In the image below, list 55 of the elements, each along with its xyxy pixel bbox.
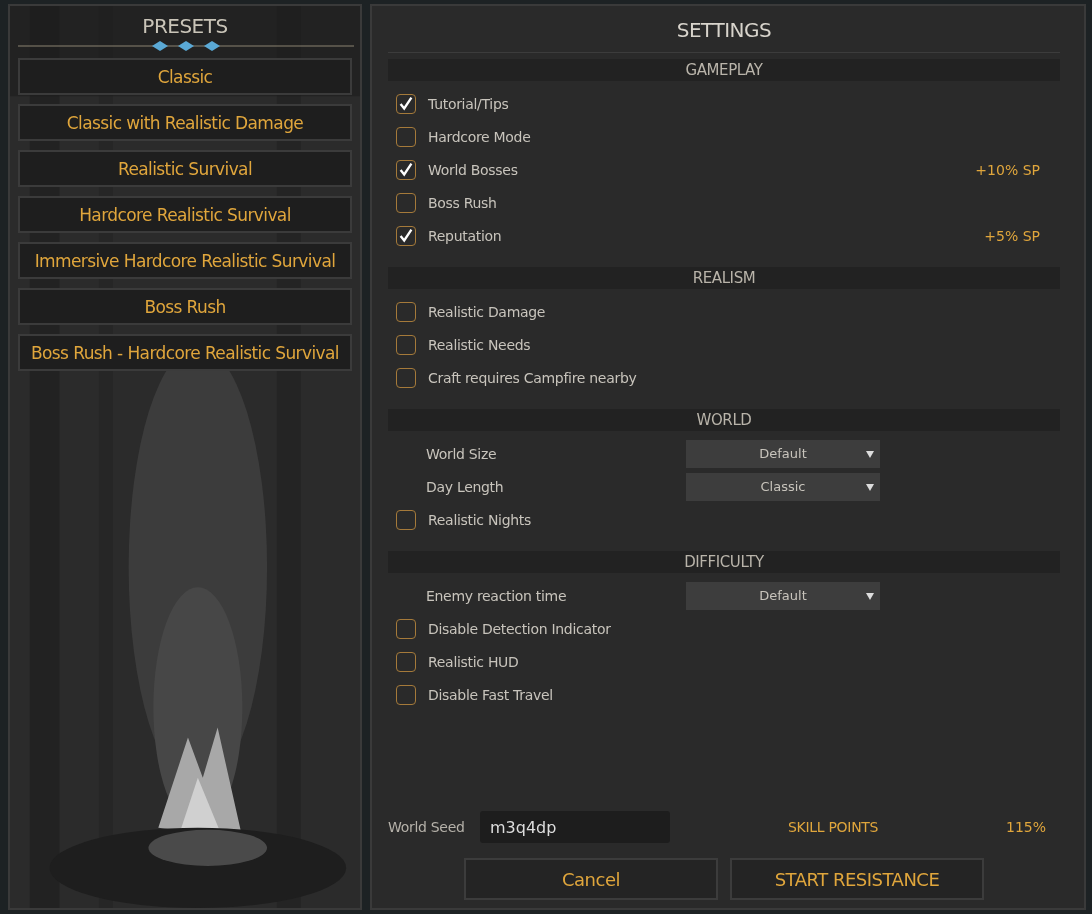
checkbox[interactable] <box>396 684 416 705</box>
option-label: Realistic Needs <box>428 336 531 353</box>
option-label: World Bosses <box>428 161 518 178</box>
checkbox[interactable] <box>396 301 416 322</box>
option-label: Realistic HUD <box>428 653 519 670</box>
dropdown[interactable]: Classic <box>686 472 880 501</box>
start-button[interactable]: START RESISTANCE <box>730 858 984 900</box>
section-header: WORLD <box>388 409 1060 431</box>
checkbox[interactable] <box>396 225 416 246</box>
section-header: DIFFICULTY <box>388 551 1060 573</box>
option-label: Hardcore Mode <box>428 128 531 145</box>
option-label: Disable Fast Travel <box>428 686 553 703</box>
option-label: Reputation <box>428 227 502 244</box>
section-header: REALISM <box>388 267 1060 289</box>
checkbox[interactable] <box>396 618 416 639</box>
ornament-divider-icon <box>18 40 354 52</box>
option-label: Boss Rush <box>428 194 497 211</box>
skill-points-value: 115% <box>1005 819 1046 835</box>
option-label: Craft requires Campfire nearby <box>428 369 637 386</box>
preset-button[interactable]: Hardcore Realistic Survival <box>18 196 352 233</box>
checkbox[interactable] <box>396 126 416 147</box>
preset-button[interactable]: Realistic Survival <box>18 150 352 187</box>
checkbox[interactable] <box>396 651 416 672</box>
option-label: Day Length <box>426 478 505 495</box>
seed-label: World Seed <box>388 819 466 835</box>
preset-button[interactable]: Classic with Realistic Damage <box>18 104 352 141</box>
option-label: Enemy reaction time <box>426 587 568 604</box>
option-label: Disable Detection Indicator <box>428 620 611 637</box>
seed-input[interactable]: m3q4dp <box>480 811 670 843</box>
checkbox[interactable] <box>396 509 416 530</box>
caret-icon <box>866 450 874 458</box>
settings-title: SETTINGS <box>676 18 772 42</box>
checkbox[interactable] <box>396 334 416 355</box>
dropdown[interactable]: Default <box>686 581 880 610</box>
checkbox[interactable] <box>396 367 416 388</box>
preset-button[interactable]: Boss Rush - Hardcore Realistic Survival <box>18 334 352 371</box>
preset-button[interactable]: Classic <box>18 58 352 95</box>
skill-points-label: SKILL POINTS <box>788 819 879 835</box>
dropdown[interactable]: Default <box>686 439 880 468</box>
caret-icon <box>866 483 874 491</box>
presets-title: PRESETS <box>142 14 228 38</box>
bonus-text: +5% SP <box>984 227 1040 244</box>
checkbox[interactable] <box>396 93 416 114</box>
bonus-text: +10% SP <box>975 161 1040 178</box>
option-label: Realistic Damage <box>428 303 546 320</box>
caret-icon <box>866 592 874 600</box>
option-label: World Size <box>426 445 498 462</box>
option-label: Tutorial/Tips <box>428 95 509 112</box>
cancel-button[interactable]: Cancel <box>464 858 718 900</box>
preset-button[interactable]: Immersive Hardcore Realistic Survival <box>18 242 352 279</box>
option-label: Realistic Nights <box>428 511 531 528</box>
preset-button[interactable]: Boss Rush <box>18 288 352 325</box>
checkbox[interactable] <box>396 159 416 180</box>
checkbox[interactable] <box>396 192 416 213</box>
section-header: GAMEPLAY <box>388 59 1060 81</box>
